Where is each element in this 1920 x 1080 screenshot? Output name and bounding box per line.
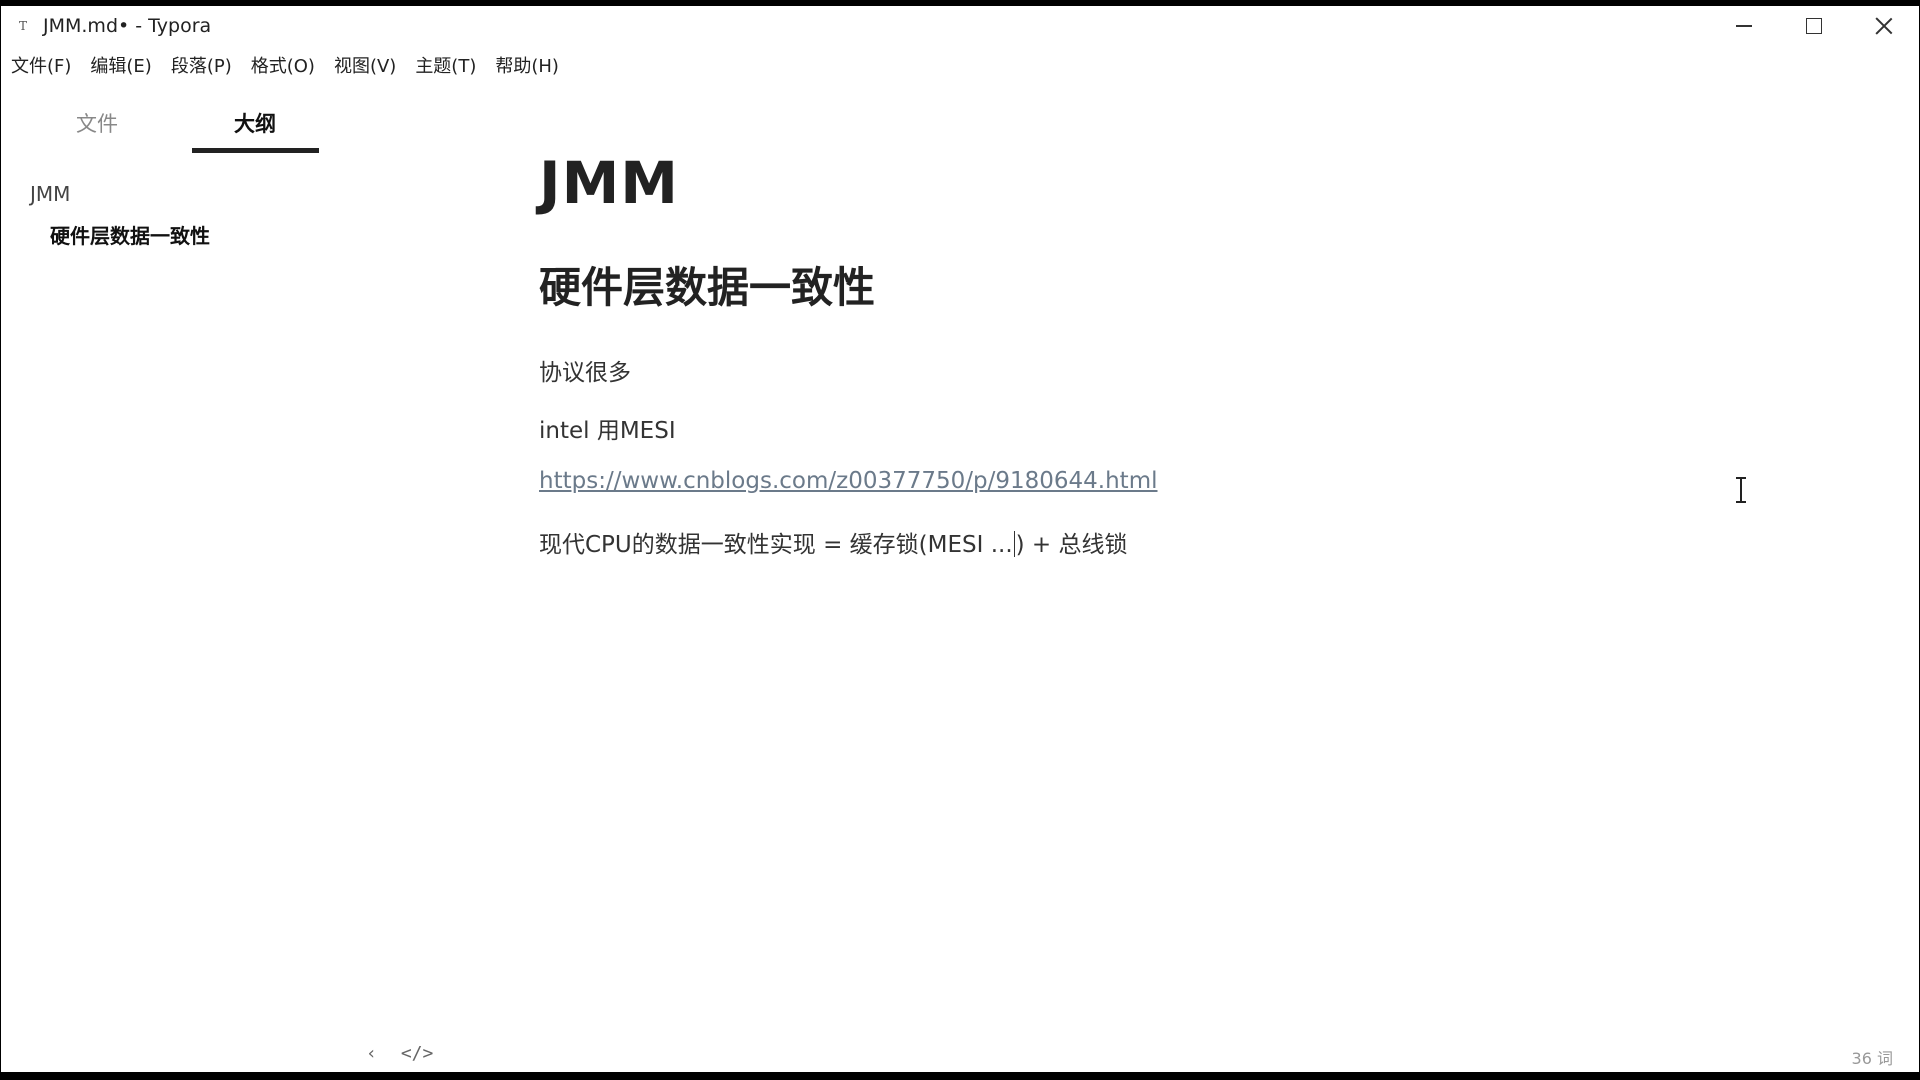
outline-item-hardware-consistency[interactable]: 硬件层数据一致性 <box>50 220 210 249</box>
paragraph-cpu-consistency[interactable]: 现代CPU的数据一致性实现 = 缓存锁(MESI ...) + 总线锁 <box>539 525 1128 559</box>
menu-bar: 文件(F) 编辑(E) 段落(P) 格式(O) 视图(V) 主题(T) 帮助(H… <box>1 48 568 82</box>
paragraph-text-before-caret: 现代CPU的数据一致性实现 = 缓存锁(MESI ... <box>539 532 1013 558</box>
paragraph-intel[interactable]: intel 用MESI <box>539 411 676 445</box>
active-tab-indicator <box>192 148 319 153</box>
text-caret <box>1013 531 1015 557</box>
tab-outline[interactable]: 大纲 <box>234 108 276 138</box>
paragraph-protocols[interactable]: 协议很多 <box>539 353 631 387</box>
maximize-button[interactable] <box>1779 6 1849 46</box>
typora-app-icon: T <box>19 19 28 33</box>
menu-theme[interactable]: 主题(T) <box>415 52 476 78</box>
sidebar-tabs: 文件 大纲 <box>1 86 351 158</box>
toggle-sidebar-icon[interactable]: ‹ <box>366 1043 377 1064</box>
menu-edit[interactable]: 编辑(E) <box>90 52 151 78</box>
menu-file[interactable]: 文件(F) <box>11 52 71 78</box>
window-controls <box>1709 6 1919 46</box>
status-bar-left: ‹ </> <box>366 1043 433 1064</box>
text-cursor-icon <box>1736 477 1746 503</box>
paragraph-text-after-caret: ) + 总线锁 <box>1015 532 1128 558</box>
outline-item-jmm[interactable]: JMM <box>30 182 70 206</box>
menu-format[interactable]: 格式(O) <box>251 52 315 78</box>
window-title: JMM.md• - Typora <box>43 15 212 37</box>
heading-1[interactable]: JMM <box>539 149 679 217</box>
link-cnblogs[interactable]: https://www.cnblogs.com/z00377750/p/9180… <box>539 468 1158 494</box>
close-button[interactable] <box>1849 6 1919 46</box>
menu-paragraph[interactable]: 段落(P) <box>171 52 232 78</box>
sidebar: 文件 大纲 JMM 硬件层数据一致性 <box>1 86 351 1046</box>
typora-window: T JMM.md• - Typora 文件(F) 编辑(E) 段落(P) 格式(… <box>1 6 1919 1072</box>
heading-2[interactable]: 硬件层数据一致性 <box>539 254 875 315</box>
source-code-mode-icon[interactable]: </> <box>401 1043 434 1064</box>
word-count[interactable]: 36 词 <box>1852 1045 1893 1069</box>
tab-files[interactable]: 文件 <box>76 108 118 138</box>
close-icon <box>1875 17 1893 35</box>
editor[interactable]: JMM 硬件层数据一致性 协议很多 intel 用MESI https://ww… <box>539 6 1746 1006</box>
maximize-icon <box>1806 18 1822 34</box>
menu-view[interactable]: 视图(V) <box>334 52 396 78</box>
